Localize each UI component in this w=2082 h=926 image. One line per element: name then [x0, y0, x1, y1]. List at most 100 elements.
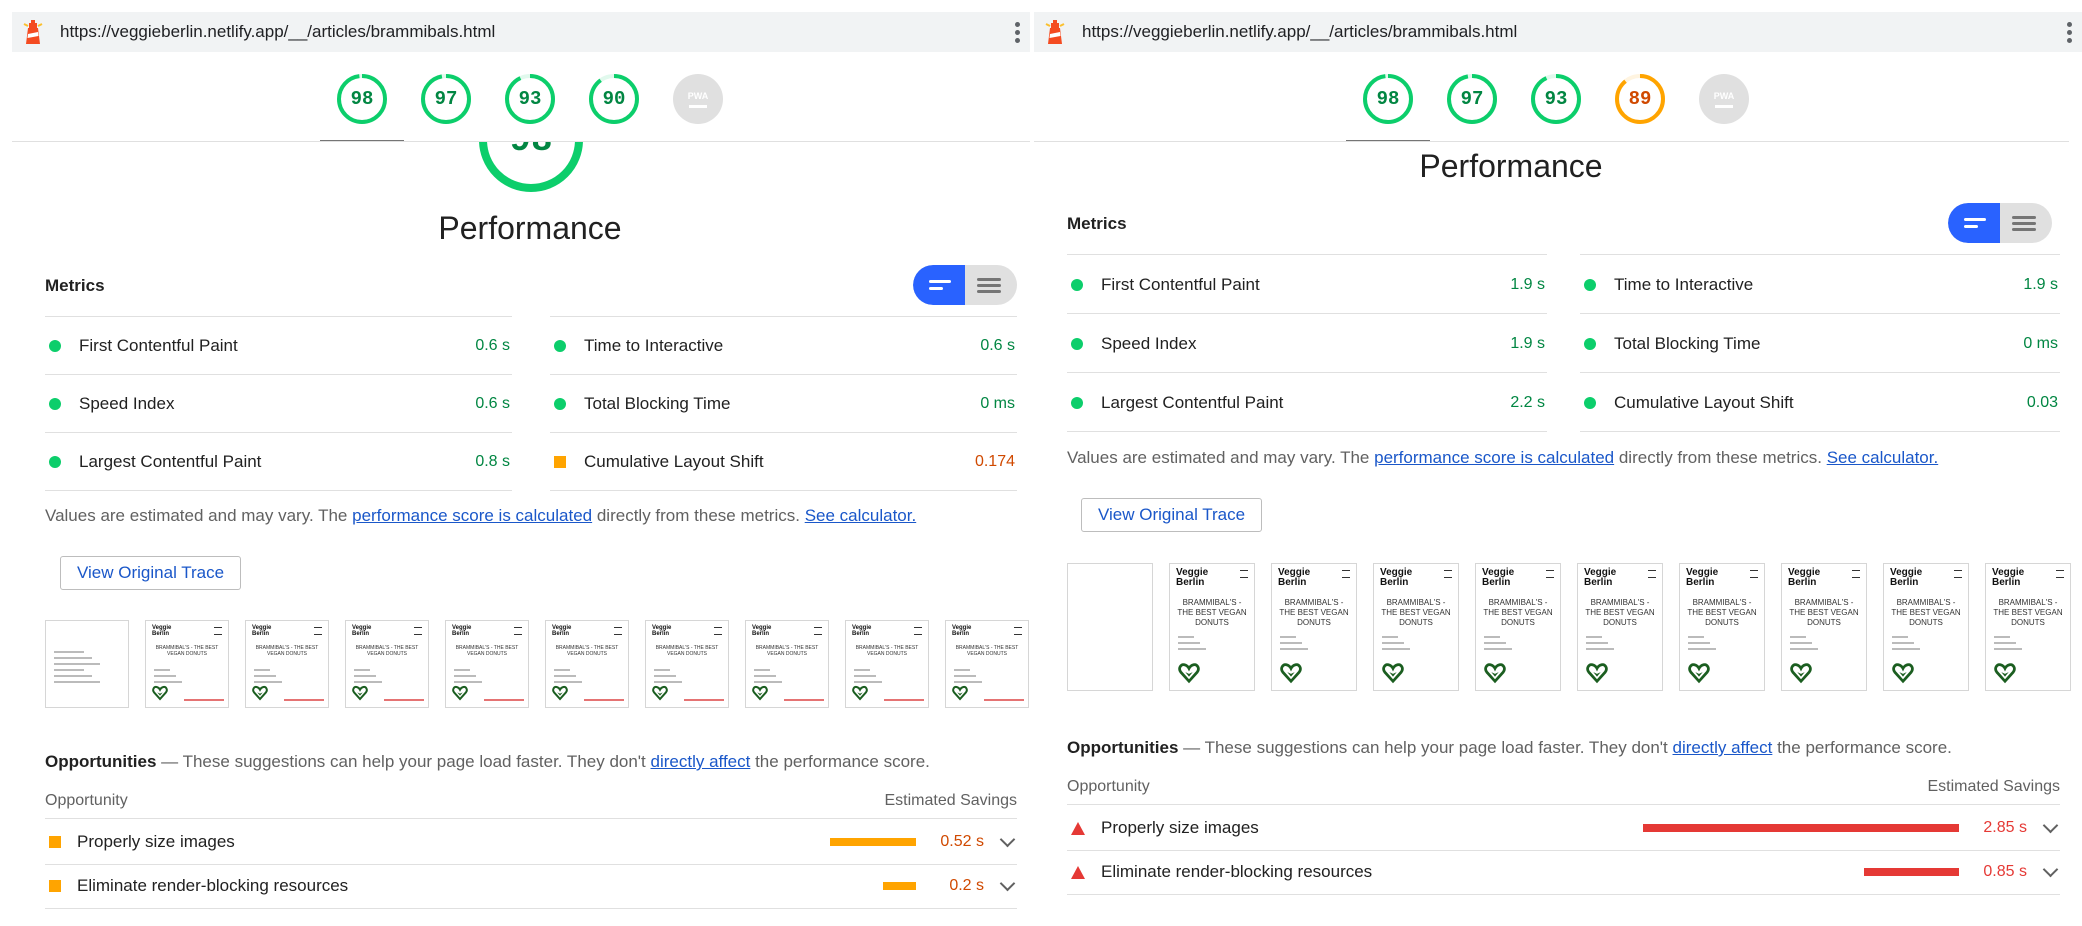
- pwa-label: PWA: [1713, 90, 1735, 101]
- chevron-down-icon[interactable]: [999, 831, 1016, 848]
- view-original-trace-button[interactable]: View Original Trace: [60, 556, 242, 590]
- report-pane-right: https://veggieberlin.netlify.app/__/arti…: [1034, 0, 2082, 926]
- directly-affect-link[interactable]: directly affect: [651, 752, 751, 771]
- opportunity-name[interactable]: Properly size images: [77, 832, 830, 852]
- frame-headline: BRAMMIBAL'S - THE BEST VEGAN DONUTS: [1279, 598, 1349, 627]
- score-calculated-link[interactable]: performance score is calculated: [1374, 448, 1614, 467]
- list-view-icon[interactable]: [2000, 203, 2052, 243]
- gauge-score: 93: [1544, 88, 1568, 110]
- category-gauge-1[interactable]: 97: [1430, 70, 1514, 142]
- hamburger-icon: [1750, 570, 1758, 578]
- category-gauge-3[interactable]: 89: [1598, 70, 1682, 142]
- frame-headline: BRAMMIBAL'S - THE BEST VEGAN DONUTS: [1381, 598, 1451, 627]
- hamburger-icon: [1014, 627, 1022, 635]
- metric-name: Largest Contentful Paint: [1101, 392, 1284, 412]
- kebab-menu-icon[interactable]: [1014, 21, 1020, 43]
- savings-value: 0.2 s: [949, 877, 984, 894]
- category-gauge-2[interactable]: 93: [488, 70, 572, 142]
- frame-site-name: Veggie Berlin: [552, 625, 572, 637]
- category-gauge-0[interactable]: 98: [1346, 70, 1430, 142]
- chevron-down-icon[interactable]: [2042, 861, 2059, 878]
- metric-view-toggle[interactable]: [1948, 203, 2052, 243]
- frame-footer-line: [784, 699, 824, 701]
- metrics-bottom-rule: [550, 490, 1017, 491]
- opportunity-row[interactable]: Eliminate render-blocking resources 0.2 s: [45, 864, 1017, 909]
- frame-headline: BRAMMIBAL'S - THE BEST VEGAN DONUTS: [1789, 598, 1859, 627]
- heart-logo-icon: [1280, 662, 1302, 684]
- url-text[interactable]: https://veggieberlin.netlify.app/__/arti…: [1082, 22, 2066, 42]
- frame-footer-line: [284, 699, 324, 701]
- gauge-score: 89: [1628, 88, 1652, 110]
- metric-row: Largest Contentful Paint 2.2 s: [1067, 372, 1547, 432]
- opportunity-row[interactable]: Properly size images 2.85 s: [1067, 806, 2060, 851]
- metric-value: 2.2 s: [1510, 393, 1545, 411]
- lighthouse-icon: [1044, 20, 1066, 44]
- metric-name: First Contentful Paint: [1101, 274, 1260, 294]
- frame-headline: BRAMMIBAL'S - THE BEST VEGAN DONUTS: [155, 645, 219, 657]
- hamburger-icon: [1546, 570, 1554, 578]
- metric-name: Total Blocking Time: [584, 394, 731, 413]
- view-original-trace-button[interactable]: View Original Trace: [1081, 498, 1263, 532]
- pass-dot-icon: [1071, 396, 1083, 409]
- view-toggle-icon[interactable]: [1948, 203, 2000, 243]
- category-title: Performance: [438, 210, 622, 246]
- heart-logo-icon: [152, 685, 168, 701]
- category-gauges: 98 97 93 90 PWA: [320, 70, 740, 142]
- address-bar[interactable]: https://veggieberlin.netlify.app/__/arti…: [1034, 12, 2082, 52]
- frame-site-name: Veggie Berlin: [1380, 567, 1413, 588]
- chevron-down-icon[interactable]: [2042, 817, 2059, 834]
- category-gauge-2[interactable]: 93: [1514, 70, 1598, 142]
- frame-headline: BRAMMIBAL'S - THE BEST VEGAN DONUTS: [655, 645, 719, 657]
- frame-site-name: Veggie Berlin: [452, 625, 472, 637]
- list-view-icon[interactable]: [965, 265, 1017, 305]
- hamburger-icon: [514, 627, 522, 635]
- metric-name: Speed Index: [79, 394, 175, 413]
- url-text[interactable]: https://veggieberlin.netlify.app/__/arti…: [60, 22, 1014, 42]
- frame-site-name: Veggie Berlin: [1482, 567, 1515, 588]
- metric-value: 0.6 s: [980, 337, 1015, 354]
- fail-triangle-icon: [1071, 865, 1085, 879]
- metric-name: Largest Contentful Paint: [79, 452, 262, 471]
- score-calculated-link[interactable]: performance score is calculated: [352, 506, 592, 525]
- see-calculator-link[interactable]: See calculator.: [1827, 448, 1939, 467]
- opportunity-name[interactable]: Eliminate render-blocking resources: [1101, 862, 1864, 882]
- frame-site-name: Veggie Berlin: [1686, 567, 1719, 588]
- savings-value: 0.85 s: [1983, 863, 2027, 880]
- savings-bar: [1864, 868, 1959, 876]
- frame-footer-line: [184, 699, 224, 701]
- chevron-down-icon[interactable]: [999, 875, 1016, 892]
- directly-affect-link[interactable]: directly affect: [1673, 738, 1773, 757]
- frame-site-name: Veggie Berlin: [1890, 567, 1923, 588]
- see-calculator-link[interactable]: See calculator.: [805, 506, 917, 525]
- note-text: directly from these metrics.: [592, 506, 805, 525]
- opportunities-header: Opportunities — These suggestions can he…: [45, 752, 930, 772]
- frame-site-name: Veggie Berlin: [1788, 567, 1821, 588]
- frame-site-name: Veggie Berlin: [1176, 567, 1209, 588]
- category-gauge-3[interactable]: 90: [572, 70, 656, 142]
- view-toggle-icon[interactable]: [913, 265, 965, 305]
- pwa-gauge[interactable]: PWA: [656, 70, 740, 142]
- hamburger-icon: [314, 627, 322, 635]
- opportunity-row[interactable]: Eliminate render-blocking resources 0.85 …: [1067, 850, 2060, 895]
- category-gauge-1[interactable]: 97: [404, 70, 488, 142]
- opportunity-name[interactable]: Eliminate render-blocking resources: [77, 876, 883, 896]
- filmstrip-frame: Veggie Berlin BRAMMIBAL'S - THE BEST VEGAN…: [1883, 563, 1969, 691]
- frame-headline: BRAMMIBAL'S - THE BEST VEGAN DONUTS: [255, 645, 319, 657]
- hamburger-icon: [414, 627, 422, 635]
- hamburger-icon: [1954, 570, 1962, 578]
- pwa-gauge[interactable]: PWA: [1682, 70, 1766, 142]
- address-bar[interactable]: https://veggieberlin.netlify.app/__/arti…: [12, 12, 1030, 52]
- average-square-icon: [554, 456, 566, 468]
- heart-logo-icon: [1688, 662, 1710, 684]
- savings-bar: [1643, 824, 1959, 832]
- gauge-score: 93: [518, 88, 542, 110]
- savings-value: 2.85 s: [1983, 819, 2027, 836]
- kebab-menu-icon[interactable]: [2066, 21, 2072, 43]
- category-gauge-0[interactable]: 98: [320, 70, 404, 142]
- opportunity-name[interactable]: Properly size images: [1101, 818, 1643, 838]
- metric-view-toggle[interactable]: [913, 265, 1017, 305]
- opportunity-row[interactable]: Properly size images 0.52 s: [45, 820, 1017, 865]
- opportunities-description-end: the performance score.: [1772, 738, 1952, 757]
- hamburger-icon: [714, 627, 722, 635]
- note-text: Values are estimated and may vary. The: [45, 506, 353, 525]
